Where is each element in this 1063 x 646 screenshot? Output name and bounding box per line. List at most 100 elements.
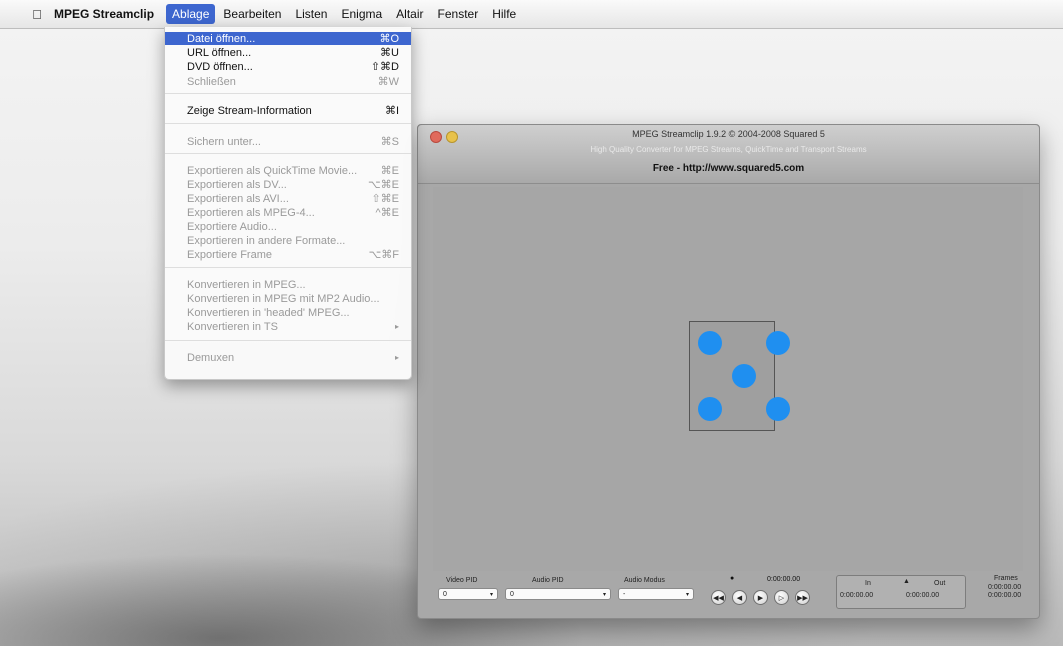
menu-item-convert-mpeg-mp2: Konvertieren in MPEG mit MP2 Audio...: [165, 292, 411, 305]
current-time: 0:00:00.00: [767, 576, 801, 583]
ablage-dropdown-menu: Datei öffnen... ⌘O URL öffnen... ⌘U DVD …: [164, 27, 412, 380]
audio-modus-popup[interactable]: - ▾: [618, 588, 694, 600]
menu-item-shortcut: ^⌘E: [375, 207, 400, 219]
dice-dot: [766, 331, 790, 355]
menu-fenster[interactable]: Fenster: [432, 4, 485, 24]
menu-item-shortcut: ⌥⌘F: [368, 249, 399, 261]
menu-item-label: Sichern unter...: [187, 135, 261, 148]
menu-item-label: Exportiere Frame: [187, 248, 272, 261]
step-forward-icon[interactable]: ▷: [774, 590, 789, 605]
menu-item-export-dv: Exportieren als DV... ⌥⌘E: [165, 178, 411, 192]
menu-ablage[interactable]: Ablage: [166, 4, 216, 24]
menu-enigma[interactable]: Enigma: [335, 4, 388, 24]
menu-separator: [165, 123, 411, 124]
menu-item-shortcut: ⌥⌘E: [367, 179, 399, 191]
menu-altair[interactable]: Altair: [390, 4, 429, 24]
video-pid-label: Video PID: [446, 577, 478, 584]
app-window: MPEG Streamclip 1.9.2 © 2004-2008 Square…: [417, 124, 1040, 619]
dice-dot: [698, 331, 722, 355]
menu-item-label: Konvertieren in MPEG mit MP2 Audio...: [187, 292, 380, 305]
menu-item-url-oeffnen[interactable]: URL öffnen... ⌘U: [165, 46, 411, 60]
menu-item-export-mpeg4: Exportieren als MPEG-4... ^⌘E: [165, 206, 411, 220]
out-label[interactable]: Out: [934, 580, 945, 587]
in-label[interactable]: In: [865, 580, 871, 587]
menu-item-label: Exportieren als DV...: [187, 178, 287, 191]
menu-item-export-audio: Exportiere Audio...: [165, 220, 411, 233]
in-time: 0:00:00.00: [840, 592, 874, 599]
chevron-down-icon: ▾: [602, 591, 606, 598]
fast-forward-icon[interactable]: ▶▶: [795, 590, 810, 605]
menu-hilfe[interactable]: Hilfe: [486, 4, 522, 24]
menu-item-label: DVD öffnen...: [187, 60, 253, 73]
dice-dot: [766, 397, 790, 421]
menu-app-name[interactable]: MPEG Streamclip: [54, 7, 154, 21]
menu-item-shortcut: ⇧⌘D: [370, 61, 399, 73]
menu-item-label: Konvertieren in 'headed' MPEG...: [187, 306, 350, 319]
video-pid-popup[interactable]: 0 ▾: [438, 588, 498, 600]
play-icon[interactable]: ▶: [753, 590, 768, 605]
window-title: MPEG Streamclip 1.9.2 © 2004-2008 Square…: [632, 129, 825, 139]
video-pid-value: 0: [443, 590, 447, 598]
menu-bearbeiten[interactable]: Bearbeiten: [217, 4, 287, 24]
menu-item-export-other: Exportieren in andere Formate...: [165, 234, 411, 247]
menu-item-label: Exportieren als AVI...: [187, 192, 289, 205]
menu-item-label: Zeige Stream-Information: [187, 104, 312, 117]
menu-item-stream-information[interactable]: Zeige Stream-Information ⌘I: [165, 104, 411, 118]
audio-pid-label: Audio PID: [532, 577, 564, 584]
frames-line-1: 0:00:00.00: [988, 584, 1022, 591]
menu-item-schliessen: Schließen ⌘W: [165, 75, 411, 89]
menu-item-label: Konvertieren in MPEG...: [187, 278, 306, 291]
apple-logo-icon[interactable]: : [30, 7, 44, 22]
menu-item-convert-headed-mpeg: Konvertieren in 'headed' MPEG...: [165, 306, 411, 319]
menu-separator: [165, 153, 411, 154]
menu-item-shortcut: ⌘I: [384, 105, 399, 117]
window-url-line: Free - http://www.squared5.com: [652, 163, 805, 174]
chevron-down-icon: ▾: [685, 591, 689, 598]
menu-item-label: Exportieren als QuickTime Movie...: [187, 164, 358, 177]
menu-separator: [165, 93, 411, 94]
rewind-icon[interactable]: ◀◀: [711, 590, 726, 605]
menu-item-label: Exportiere Audio...: [187, 220, 277, 233]
menu-item-label: Konvertieren in TS: [187, 320, 278, 333]
dice-dot: [698, 397, 722, 421]
menu-item-shortcut: ⌘E: [380, 165, 399, 177]
playhead-marker-icon: ●: [730, 575, 735, 582]
audio-modus-value: -: [623, 590, 626, 598]
audio-pid-popup[interactable]: 0 ▾: [505, 588, 611, 600]
menu-item-label: Datei öffnen...: [187, 32, 256, 45]
menu-item-shortcut: ⌘W: [377, 76, 399, 88]
out-time: 0:00:00.00: [906, 592, 940, 599]
menu-listen[interactable]: Listen: [289, 4, 333, 24]
triangle-up-icon: ▲: [903, 578, 910, 585]
menu-item-label: Schließen: [187, 75, 236, 88]
menu-item-datei-oeffnen[interactable]: Datei öffnen... ⌘O: [165, 32, 411, 45]
menu-item-dvd-oeffnen[interactable]: DVD öffnen... ⇧⌘D: [165, 60, 411, 74]
menu-separator: [165, 267, 411, 268]
menu-item-convert-mpeg: Konvertieren in MPEG...: [165, 278, 411, 291]
window-subtitle: High Quality Converter for MPEG Streams,…: [590, 145, 867, 154]
audio-modus-label: Audio Modus: [624, 577, 665, 584]
menu-item-export-frame: Exportiere Frame ⌥⌘F: [165, 248, 411, 262]
frames-line-2: 0:00:00.00: [988, 592, 1022, 599]
frames-label: Frames: [994, 575, 1018, 582]
menu-separator: [165, 340, 411, 341]
menu-item-demuxen: Demuxen ▸: [165, 351, 411, 364]
dice-dot: [732, 364, 756, 388]
video-preview-area: [433, 187, 1023, 571]
submenu-arrow-icon: ▸: [394, 353, 399, 362]
menu-item-label: URL öffnen...: [187, 46, 252, 59]
submenu-arrow-icon: ▸: [394, 322, 399, 331]
audio-pid-value: 0: [510, 590, 514, 598]
menu-item-shortcut: ⇧⌘E: [371, 193, 399, 205]
menu-item-convert-ts: Konvertieren in TS ▸: [165, 320, 411, 333]
menu-bar:  MPEG Streamclip Ablage Bearbeiten List…: [0, 0, 1063, 29]
menu-item-export-quicktime: Exportieren als QuickTime Movie... ⌘E: [165, 164, 411, 178]
menu-item-shortcut: ⌘U: [380, 47, 399, 59]
window-titlebar[interactable]: MPEG Streamclip 1.9.2 © 2004-2008 Square…: [418, 125, 1039, 184]
menu-item-shortcut: ⌘O: [379, 33, 399, 45]
menu-item-sichern-unter: Sichern unter... ⌘S: [165, 135, 411, 149]
menu-item-label: Demuxen: [187, 351, 235, 364]
menu-item-shortcut: ⌘S: [380, 136, 399, 148]
step-back-icon[interactable]: ◀: [732, 590, 747, 605]
menu-item-export-avi: Exportieren als AVI... ⇧⌘E: [165, 192, 411, 206]
